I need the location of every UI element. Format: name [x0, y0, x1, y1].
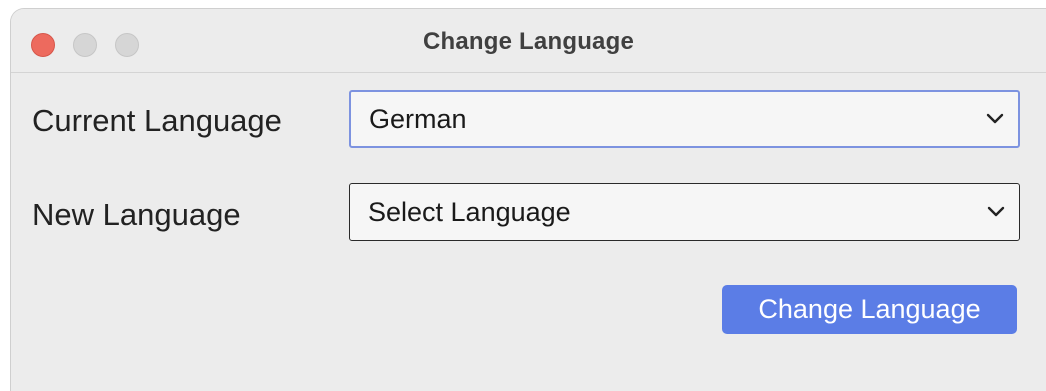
title-bar: Change Language [11, 9, 1046, 73]
new-language-value: Select Language [368, 196, 571, 227]
window-title: Change Language [422, 28, 635, 55]
change-language-window: Change Language Current Language German … [10, 8, 1046, 391]
chevron-down-icon [987, 206, 1005, 217]
new-language-select[interactable]: Select Language [349, 183, 1020, 241]
current-language-label: Current Language [32, 103, 282, 138]
chevron-down-icon [986, 113, 1004, 124]
current-language-value: German [369, 103, 467, 134]
new-language-label: New Language [32, 197, 241, 232]
change-language-button[interactable]: Change Language [722, 285, 1017, 334]
current-language-select[interactable]: German [349, 90, 1020, 148]
